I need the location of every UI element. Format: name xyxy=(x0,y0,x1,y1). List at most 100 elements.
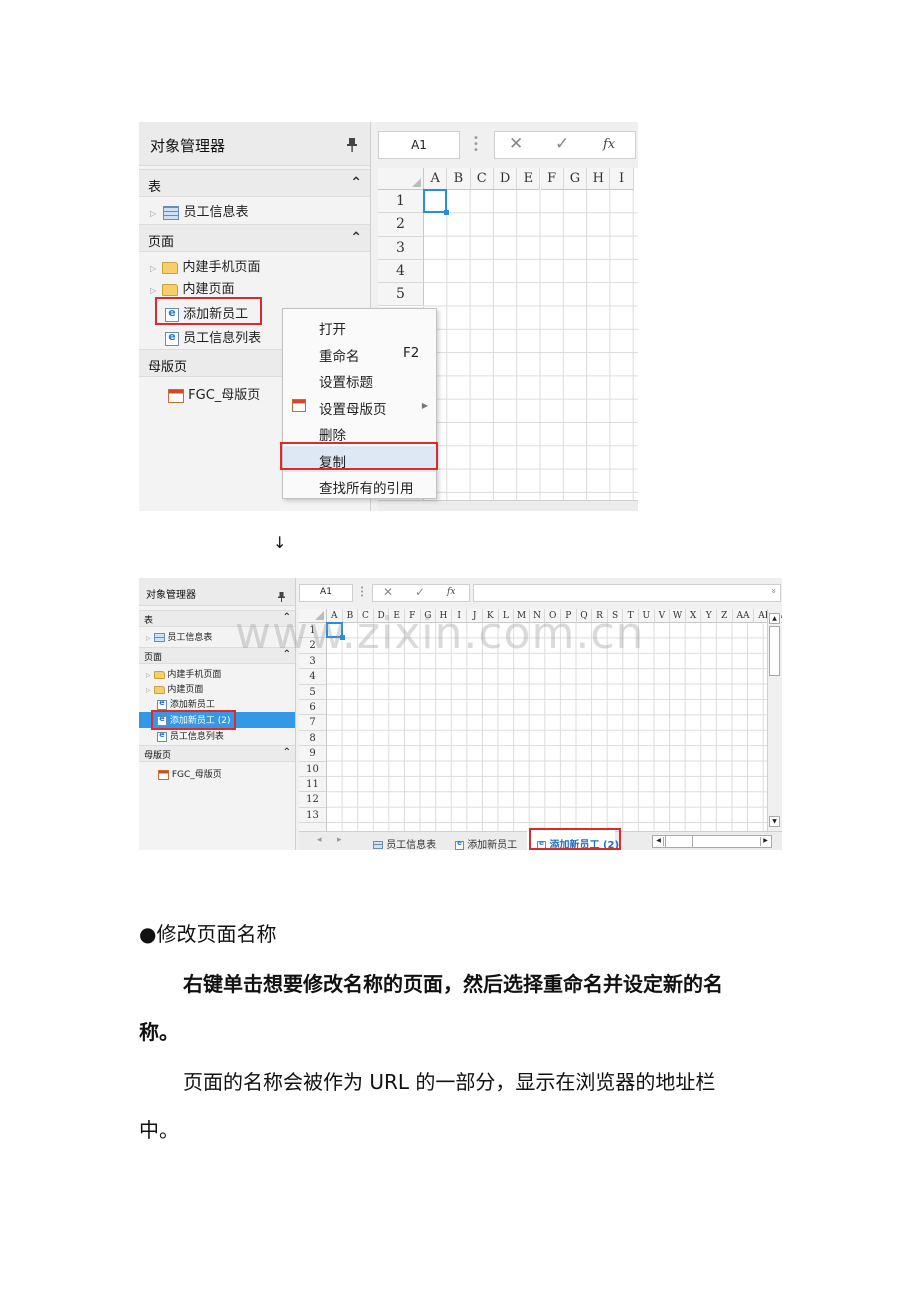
row-header[interactable]: 6 xyxy=(299,700,327,716)
pin-icon[interactable] xyxy=(347,137,357,152)
column-header[interactable]: W xyxy=(670,609,686,623)
tree-item-page[interactable]: 员工信息列表 xyxy=(157,729,224,742)
expand-triangle-icon[interactable]: ▷ xyxy=(146,687,151,694)
column-header[interactable]: G xyxy=(563,168,588,190)
tree-label: FGC_母版页 xyxy=(188,388,261,403)
paragraph-line: 右键单击想要修改名称的页面，然后选择重命名并设定新的名 xyxy=(183,972,723,996)
cancel-icon[interactable]: ✕ xyxy=(509,134,523,154)
section-header-pages[interactable]: 页面 ⌃ xyxy=(139,224,370,252)
row-header[interactable]: 2 xyxy=(378,213,424,237)
column-header[interactable]: X xyxy=(685,609,702,623)
column-header[interactable]: V xyxy=(654,609,671,623)
menu-item-label: 打开 xyxy=(319,322,346,338)
row-header[interactable]: 4 xyxy=(299,669,327,685)
column-header[interactable]: Z xyxy=(717,609,733,623)
confirm-icon[interactable]: ✓ xyxy=(555,134,569,154)
scroll-thumb[interactable] xyxy=(769,626,780,676)
selected-cell[interactable] xyxy=(423,189,450,216)
tree-item-page[interactable]: 员工信息列表 xyxy=(165,327,261,346)
sheet-tab[interactable]: 添加新员工 xyxy=(455,836,517,850)
drag-handle-icon[interactable]: • • • xyxy=(360,585,364,600)
scroll-left-button[interactable]: ◀ xyxy=(654,837,664,846)
tab-next-icon[interactable]: ▸ xyxy=(337,835,342,845)
row-header[interactable]: 12 xyxy=(299,792,327,808)
tree-item-table[interactable]: ▷ 员工信息表 xyxy=(150,201,248,221)
confirm-icon[interactable]: ✓ xyxy=(415,585,425,599)
collapse-caret-icon[interactable]: ⌃ xyxy=(350,175,362,191)
tab-prev-icon[interactable]: ◂ xyxy=(317,835,322,845)
cancel-icon[interactable]: ✕ xyxy=(383,585,393,599)
row-header[interactable]: 13 xyxy=(299,807,327,824)
scroll-right-button[interactable]: ▶ xyxy=(760,837,770,846)
sheet-tab[interactable]: 员工信息表 xyxy=(373,836,436,850)
tree-label: 内建手机页面 xyxy=(182,260,261,275)
row-header[interactable]: 4 xyxy=(378,259,424,284)
scroll-down-button[interactable]: ▼ xyxy=(769,816,780,827)
tree-item-master-page[interactable]: FGC_母版页 xyxy=(168,384,260,403)
context-menu-item[interactable]: 查找所有的引用 xyxy=(283,472,436,499)
row-header[interactable]: 1 xyxy=(378,190,424,214)
highlight-box xyxy=(280,442,438,470)
cell-reference-box[interactable]: A1 xyxy=(378,131,460,159)
collapse-caret-icon[interactable]: ⌃ xyxy=(350,230,362,246)
horizontal-scrollbar[interactable]: ◀ ▶ xyxy=(652,835,772,848)
folder-icon xyxy=(162,261,179,274)
menu-item-label: 删除 xyxy=(319,428,346,444)
expand-triangle-icon[interactable]: ▷ xyxy=(150,286,156,295)
expand-triangle-icon[interactable]: ▷ xyxy=(150,209,156,218)
expand-triangle-icon[interactable]: ▷ xyxy=(146,672,151,679)
context-menu-item[interactable]: 设置母版页 ▶ xyxy=(283,393,436,420)
tree-item-folder[interactable]: ▷ 内建页面 xyxy=(150,278,234,297)
pin-icon[interactable] xyxy=(278,587,285,602)
table-icon xyxy=(373,841,383,849)
panel-header: 对象管理器 xyxy=(139,122,370,166)
column-header[interactable]: C xyxy=(470,168,494,190)
formula-input[interactable]: » xyxy=(473,584,781,602)
context-menu-item[interactable]: 设置标题 xyxy=(283,366,436,393)
function-icon[interactable]: fx xyxy=(447,587,455,597)
expand-triangle-icon[interactable]: ▷ xyxy=(150,264,156,273)
expand-formula-icon[interactable]: » xyxy=(768,588,778,594)
function-icon[interactable]: fx xyxy=(603,137,615,152)
column-header[interactable]: Y xyxy=(701,609,717,623)
tree-item-folder[interactable]: ▷ 内建手机页面 xyxy=(150,256,260,275)
row-header[interactable]: 8 xyxy=(299,730,327,747)
formula-buttons: ✕ ✓ fx xyxy=(494,131,636,159)
section-header-masters[interactable]: 母版页 ⌃ xyxy=(139,745,295,762)
menu-item-label: 设置标题 xyxy=(319,375,373,391)
row-header[interactable]: 5 xyxy=(299,684,327,700)
tree-item-page[interactable]: 添加新员工 xyxy=(157,697,215,710)
tree-item-master-page[interactable]: FGC_母版页 xyxy=(158,767,222,780)
vertical-scrollbar[interactable]: ▲ ▼ xyxy=(767,609,781,831)
select-all-corner[interactable] xyxy=(378,168,424,190)
cell-area[interactable] xyxy=(424,190,638,511)
column-header[interactable]: A xyxy=(424,168,448,190)
column-header[interactable]: D xyxy=(493,168,518,190)
column-header[interactable]: AA xyxy=(732,609,755,623)
cell-reference-value: A1 xyxy=(320,587,332,597)
tree-item-folder[interactable]: ▷ 内建页面 xyxy=(146,682,203,695)
row-header[interactable]: 3 xyxy=(378,236,424,260)
row-header[interactable]: 11 xyxy=(299,777,327,793)
context-menu-item[interactable]: 打开 xyxy=(283,313,436,340)
column-header[interactable]: B xyxy=(447,168,471,190)
cell-reference-value: A1 xyxy=(411,138,427,152)
row-header[interactable]: 9 xyxy=(299,746,327,762)
context-menu-item[interactable]: 重命名 F2 xyxy=(283,340,436,367)
row-header[interactable]: 7 xyxy=(299,715,327,731)
collapse-caret-icon[interactable]: ⌃ xyxy=(283,747,291,758)
column-header[interactable]: H xyxy=(587,168,611,190)
scroll-thumb[interactable] xyxy=(665,836,693,847)
row-header[interactable]: 5 xyxy=(378,283,424,307)
column-header[interactable]: I xyxy=(610,168,634,190)
column-header[interactable]: F xyxy=(540,168,564,190)
tree-item-table[interactable]: ▷ 员工信息表 xyxy=(146,630,212,643)
section-header-tables[interactable]: 表 ⌃ xyxy=(139,169,370,197)
tree-item-folder[interactable]: ▷ 内建手机页面 xyxy=(146,667,221,680)
scroll-up-button[interactable]: ▲ xyxy=(769,613,780,624)
expand-triangle-icon[interactable]: ▷ xyxy=(146,635,151,642)
row-header[interactable]: 10 xyxy=(299,761,327,777)
drag-handle-icon[interactable]: • • • xyxy=(473,134,479,156)
column-header[interactable]: E xyxy=(517,168,541,190)
cell-reference-box[interactable]: A1 xyxy=(299,584,353,602)
